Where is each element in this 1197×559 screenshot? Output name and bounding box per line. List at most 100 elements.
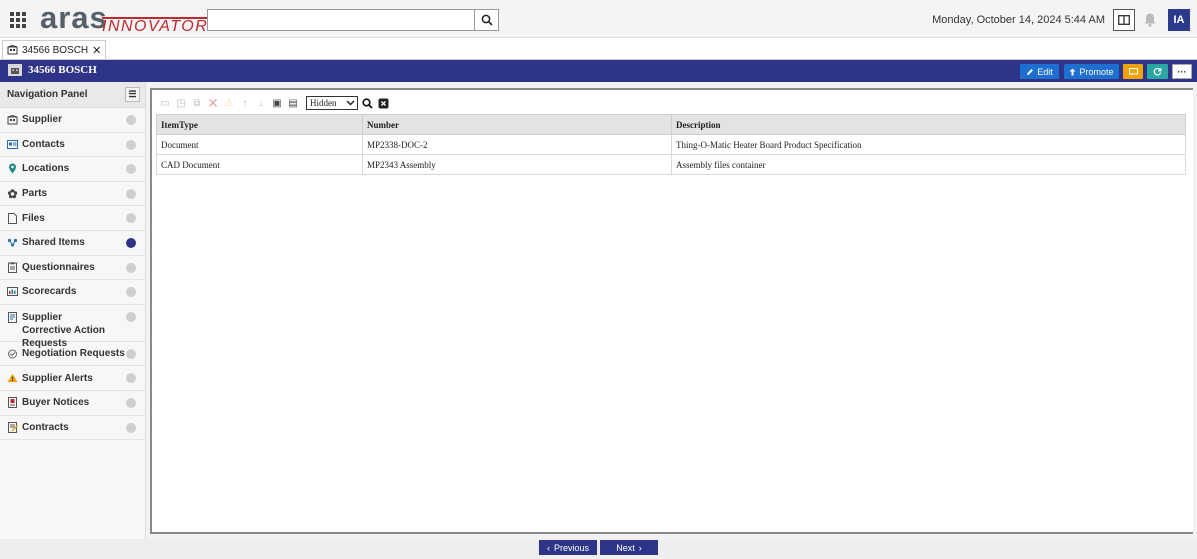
refresh-icon [1153,67,1162,76]
close-icon[interactable]: ✕ [92,44,101,57]
move-down-icon[interactable]: ↓ [254,96,268,110]
discussion-button[interactable] [1123,64,1143,79]
status-dot [126,237,136,248]
sidebar-item-shared-items[interactable]: Shared Items [0,231,145,256]
previous-button[interactable]: ‹ Previous [539,540,597,555]
relationship-grid-panel: ▭ ◳ ⧉ ✕ ⚠ ↑ ↓ ▣ ▤ Hidden ItemType Number… [150,88,1193,534]
building-icon [7,114,18,125]
pencil-icon [1027,68,1034,75]
pick-item-icon[interactable]: ◳ [174,96,188,110]
location-pin-icon [7,163,18,174]
status-dot [126,139,136,150]
status-dot [126,373,136,384]
next-button[interactable]: Next › [600,540,658,555]
status-dot [126,311,136,322]
sidebar-item-contacts[interactable]: Contacts [0,133,145,158]
clear-search-icon[interactable] [376,96,390,110]
sidebar-item-questionnaires[interactable]: Questionnaires [0,256,145,281]
view-mode-value: Hidden [310,98,337,108]
split-view-icon [1118,15,1130,25]
promote-arrow-icon [1069,68,1076,75]
item-title: 34566 BOSCH [28,64,97,76]
layout-toggle-button[interactable] [1113,9,1135,31]
tab-strip: 34566 BOSCH ✕ [0,38,1197,60]
status-dot [126,188,136,199]
new-relationship-icon[interactable]: ▭ [158,96,172,110]
logo-sub: INNOVATOR [102,17,209,35]
pagination-footer: ‹ Previous Next › [0,539,1197,559]
collapse-panel-icon[interactable]: ☰ [125,87,140,102]
status-dot [126,348,136,359]
sidebar-item-scorecards[interactable]: Scorecards [0,280,145,305]
sidebar-item-label: Negotiation Requests [22,348,125,360]
sidebar-item-supplier[interactable]: Supplier [0,108,145,133]
notifications-bell-icon[interactable] [1143,12,1157,28]
table-row[interactable]: Document MP2338-DOC-2 Thing-O-Matic Heat… [156,134,1186,155]
more-options-button[interactable]: ··· [1172,64,1192,79]
table-header-row: ItemType Number Description [156,114,1186,135]
sidebar-item-locations[interactable]: Locations [0,157,145,182]
previous-label: Previous [553,542,589,553]
status-dot [126,397,136,408]
column-header[interactable]: Description [671,114,1186,135]
gear-icon: ✿ [7,186,18,201]
table-row[interactable]: CAD Document MP2343 Assembly Assembly fi… [156,154,1186,175]
sidebar-item-label: Supplier [22,114,63,126]
view-mode-select[interactable]: Hidden [306,96,358,110]
search-button[interactable] [475,9,499,31]
shared-icon [7,237,18,248]
sidebar-item-corrective-action-requests[interactable]: Supplier Corrective Action Requests [0,305,145,349]
sidebar-item-buyer-notices[interactable]: Buyer Notices [0,391,145,416]
sidebar-item-parts[interactable]: ✿ Parts [0,182,145,207]
building-icon [7,45,18,55]
print-icon[interactable]: ▤ [286,96,300,110]
sidebar-item-label: Shared Items [22,237,85,249]
sidebar-item-label: Supplier Alerts [22,372,93,384]
table-cell[interactable]: MP2343 Assembly [362,154,672,175]
user-avatar[interactable]: IA [1168,9,1190,31]
table-cell[interactable]: Assembly files container [671,154,1186,175]
table-cell[interactable]: MP2338-DOC-2 [362,134,672,155]
file-icon [7,212,18,224]
nav-panel-title: Navigation Panel [7,89,88,100]
logo[interactable]: aras INNOVATOR [40,2,209,35]
tab-item[interactable]: 34566 BOSCH ✕ [2,40,107,59]
sidebar-item-contracts[interactable]: Contracts [0,416,145,441]
refresh-button[interactable] [1147,64,1168,79]
promote-button[interactable]: Promote [1064,64,1119,79]
top-bar: aras INNOVATOR Monday, October 14, 2024 … [0,0,1197,38]
sidebar-item-label: Buyer Notices [22,397,90,409]
search-icon[interactable] [360,96,374,110]
search-input[interactable] [207,9,475,31]
sidebar-item-supplier-alerts[interactable]: Supplier Alerts [0,366,145,391]
replace-relationship-icon[interactable]: ⧉ [190,96,204,110]
status-dot [126,422,136,433]
app-menu-icon[interactable] [10,12,26,28]
table-cell[interactable]: Thing-O-Matic Heater Board Product Speci… [671,134,1186,155]
export-icon[interactable]: ▣ [270,96,284,110]
sidebar-item-label: Scorecards [22,286,77,298]
sidebar-item-files[interactable]: Files [0,206,145,231]
column-header[interactable]: ItemType [156,114,363,135]
column-header[interactable]: Number [362,114,672,135]
edit-button[interactable]: Edit [1020,64,1059,79]
grid-toolbar: ▭ ◳ ⧉ ✕ ⚠ ↑ ↓ ▣ ▤ Hidden [158,94,390,112]
sidebar-item-label: Files [22,212,45,224]
sidebar-item-negotiation-requests[interactable]: Negotiation Requests [0,342,145,367]
chevron-right-icon: › [638,542,642,553]
negotiation-icon [7,348,18,359]
status-dot [126,164,136,175]
sidebar-item-label: Parts [22,188,48,200]
alert-icon [7,373,18,384]
notice-icon [7,397,18,409]
table-cell[interactable]: Document [156,134,363,155]
chevron-left-icon: ‹ [546,542,550,553]
relationship-table: ItemType Number Description Document MP2… [156,114,1186,175]
sidebar-item-label: Contracts [22,421,69,433]
warning-icon[interactable]: ⚠ [222,96,236,110]
table-cell[interactable]: CAD Document [156,154,363,175]
clipboard-icon [7,262,18,273]
item-title-bar: 34566 BOSCH Edit Promote ··· [0,60,1197,82]
delete-icon[interactable]: ✕ [206,95,220,111]
move-up-icon[interactable]: ↑ [238,96,252,110]
